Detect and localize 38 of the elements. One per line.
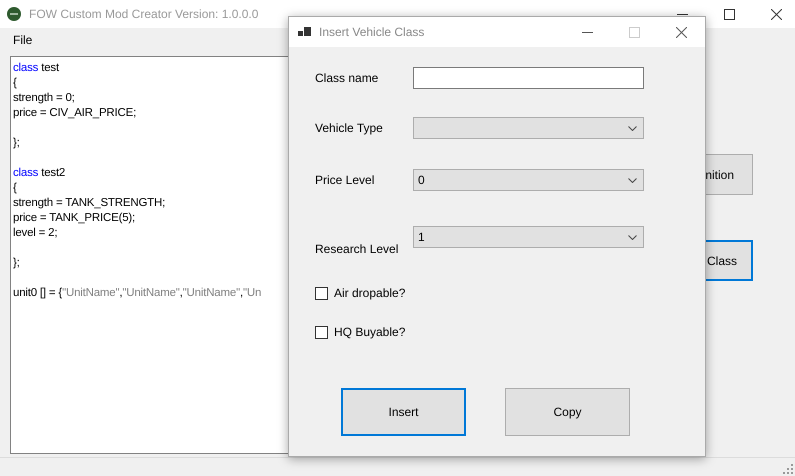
app-logo-icon <box>7 7 21 21</box>
chevron-down-icon <box>628 234 637 240</box>
field-label: Research Level <box>315 242 400 256</box>
field-label: Vehicle Type <box>315 121 384 135</box>
code-line: unit0 [] = {"UnitName","UnitName","UnitName","Un <box>13 286 262 301</box>
checkbox-label: Air dropable? <box>334 286 406 300</box>
close-icon[interactable] <box>676 26 687 38</box>
class-name-field[interactable] <box>413 67 644 89</box>
dropdown[interactable]: 1 <box>413 226 644 248</box>
maximize-icon <box>629 26 640 38</box>
dialog-button[interactable]: Copy <box>505 388 630 436</box>
chevron-down-icon <box>628 178 637 182</box>
resize-grip-icon[interactable] <box>783 464 793 474</box>
close-icon[interactable] <box>771 8 782 20</box>
code-line: price = TANK_PRICE(5); <box>13 211 136 226</box>
form-icon <box>298 26 311 38</box>
dropdown[interactable]: 0 <box>413 169 644 191</box>
code-line: }; <box>13 256 20 271</box>
dialog-button[interactable]: Insert <box>341 388 466 436</box>
code-line: { <box>13 76 17 91</box>
field-label: Class name <box>315 71 380 85</box>
code-line: strength = 0; <box>13 91 75 106</box>
field-label: Price Level <box>315 173 376 187</box>
checkbox-label: HQ Buyable? <box>334 325 406 339</box>
dialog-title: Insert Vehicle Class <box>319 25 424 39</box>
code-line: class test2 <box>13 166 66 181</box>
code-line: }; <box>13 136 20 151</box>
code-line: { <box>13 181 17 196</box>
code-line: strength = TANK_STRENGTH; <box>13 196 166 211</box>
chevron-down-icon <box>628 126 637 130</box>
checkbox[interactable] <box>315 286 328 300</box>
maximize-icon[interactable] <box>724 8 735 20</box>
window-title: FOW Custom Mod Creator Version: 1.0.0.0 <box>29 7 258 21</box>
checkbox[interactable] <box>315 326 328 338</box>
code-line: class test <box>13 61 59 76</box>
menu-item[interactable]: File <box>13 32 32 46</box>
code-line: level = 2; <box>13 226 58 241</box>
code-line: price = CIV_AIR_PRICE; <box>13 106 136 121</box>
